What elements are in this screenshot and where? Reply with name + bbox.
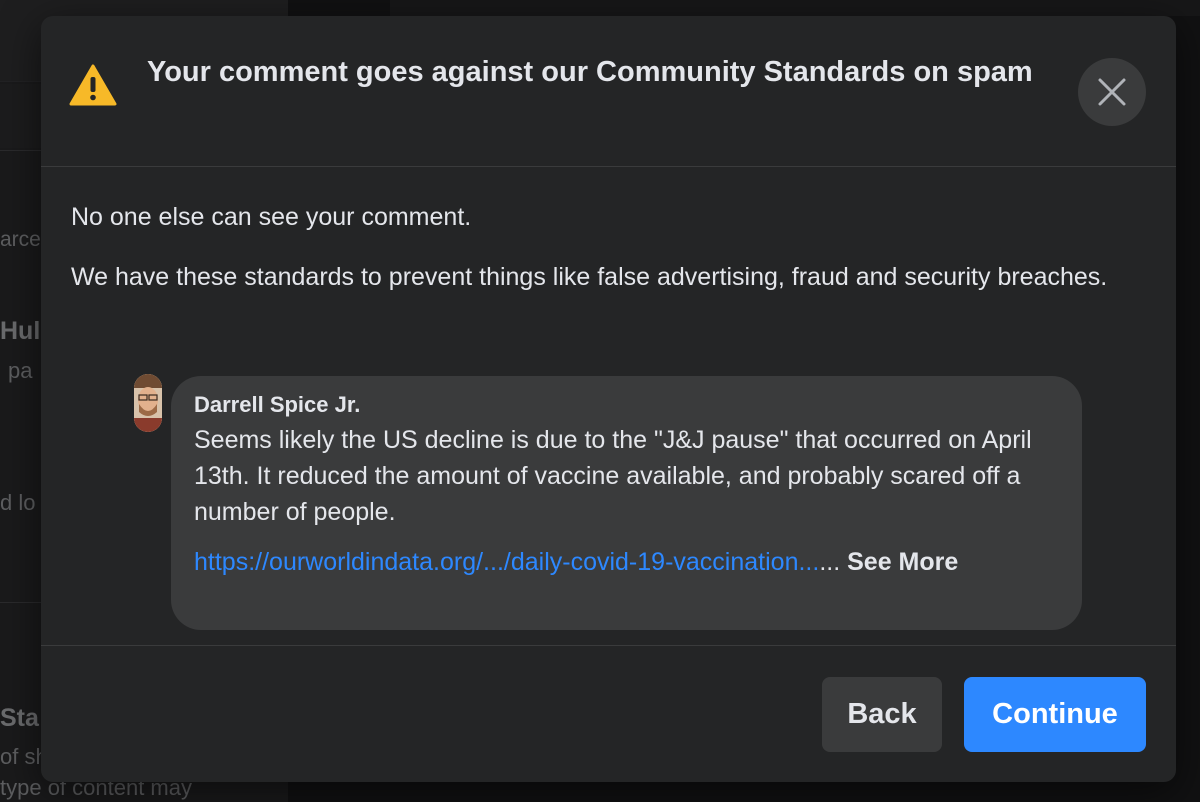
background-text: Sta bbox=[0, 704, 39, 732]
info-text: No one else can see your comment. bbox=[71, 203, 472, 231]
warning-triangle-icon bbox=[69, 64, 117, 106]
comment-bubble: Darrell Spice Jr. Seems likely the US de… bbox=[171, 376, 1082, 630]
link-ellipsis: ... bbox=[819, 548, 841, 576]
see-more-link[interactable]: See More bbox=[847, 548, 958, 576]
avatar[interactable] bbox=[134, 374, 162, 432]
dialog-title: Your comment goes against our Community … bbox=[147, 56, 1033, 88]
comment-link[interactable]: https://ourworldindata.org/.../daily-cov… bbox=[194, 548, 819, 576]
background-text: d lo bbox=[0, 490, 36, 515]
comment-author[interactable]: Darrell Spice Jr. bbox=[194, 390, 360, 420]
close-icon bbox=[1098, 78, 1126, 106]
comment-text: Seems likely the US decline is due to th… bbox=[194, 426, 1032, 526]
comment-link-line: https://ourworldindata.org/.../daily-cov… bbox=[194, 544, 1054, 580]
dialog-footer: Back Continue bbox=[41, 645, 1176, 782]
continue-button[interactable]: Continue bbox=[964, 677, 1146, 752]
background-text: pa bbox=[8, 358, 33, 383]
dialog-body: No one else can see your comment. We hav… bbox=[41, 168, 1176, 645]
close-button[interactable] bbox=[1078, 58, 1146, 126]
standards-text: We have these standards to prevent thing… bbox=[71, 263, 1108, 291]
dialog-header: Your comment goes against our Community … bbox=[41, 16, 1176, 167]
background-text: arce bbox=[0, 228, 41, 251]
background-text: Hul bbox=[0, 317, 41, 345]
back-button[interactable]: Back bbox=[822, 677, 942, 752]
spam-warning-dialog: Your comment goes against our Community … bbox=[41, 16, 1176, 782]
